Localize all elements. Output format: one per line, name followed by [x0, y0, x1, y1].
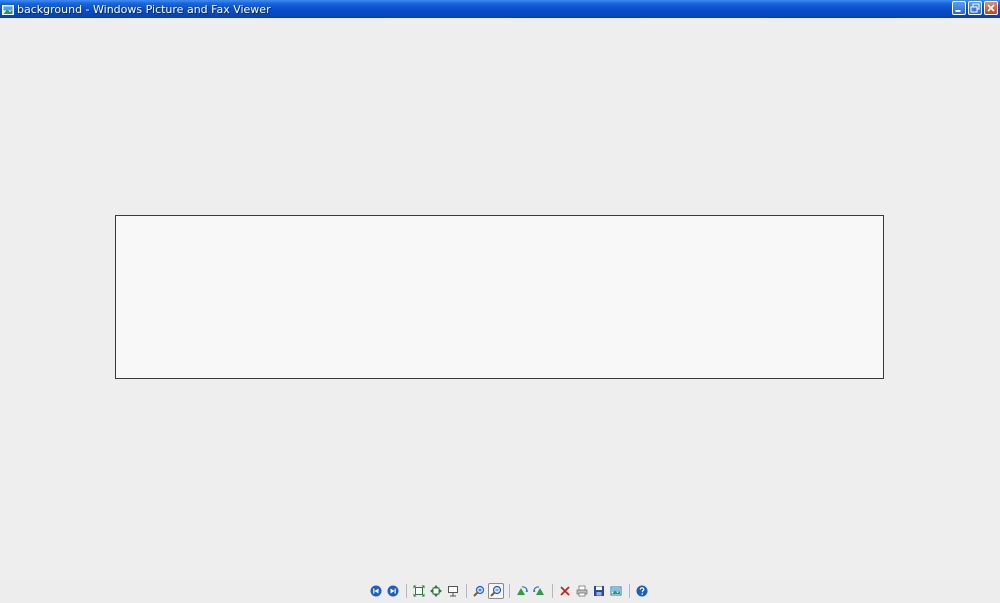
previous-image-button[interactable] — [368, 583, 384, 599]
toolbar-separator — [629, 583, 630, 598]
picture-viewer-app-icon[interactable] — [2, 3, 14, 15]
picture-viewer-window: background - Windows Picture and Fax Vie… — [0, 0, 1000, 603]
slide-show-icon — [448, 585, 458, 596]
toolbar-separator — [509, 583, 510, 598]
restore-button[interactable] — [968, 1, 982, 15]
window-title: background - Windows Picture and Fax Vie… — [17, 2, 271, 16]
zoom-in-button[interactable] — [471, 583, 487, 599]
actual-size-icon — [430, 584, 442, 597]
toolbar-separator — [406, 583, 407, 598]
rotate-counterclockwise-icon — [533, 585, 544, 595]
minimize-button[interactable] — [952, 1, 966, 15]
rotate-clockwise-button[interactable] — [514, 583, 530, 599]
best-fit-icon — [413, 585, 425, 596]
rotate-counterclockwise-button[interactable] — [531, 583, 547, 599]
copy-to-button[interactable] — [591, 583, 607, 599]
save-icon — [594, 585, 604, 596]
open-for-editing-button[interactable] — [608, 583, 624, 599]
next-icon — [387, 585, 399, 596]
slide-show-button[interactable] — [445, 583, 461, 599]
edit-icon — [610, 586, 622, 595]
delete-button[interactable] — [557, 583, 573, 599]
help-icon — [636, 585, 648, 596]
zoom-out-button[interactable] — [488, 582, 504, 599]
close-icon — [987, 4, 995, 12]
zoom-in-icon — [473, 585, 485, 597]
displayed-image — [115, 215, 884, 379]
print-icon — [576, 585, 588, 596]
minimize-icon — [955, 10, 961, 12]
image-display-area[interactable] — [0, 18, 1000, 578]
print-button[interactable] — [574, 583, 590, 599]
previous-icon — [370, 585, 382, 596]
next-image-button[interactable] — [385, 583, 401, 599]
best-fit-button[interactable] — [411, 583, 427, 599]
toolbar-separator — [552, 583, 553, 598]
window-controls — [952, 1, 998, 15]
toolbar-separator — [466, 583, 467, 598]
viewer-toolbar — [368, 582, 651, 599]
rotate-clockwise-icon — [517, 585, 528, 595]
actual-size-button[interactable] — [428, 583, 444, 599]
restore-icon — [970, 3, 980, 13]
close-button[interactable] — [984, 1, 998, 15]
delete-icon — [560, 585, 570, 596]
title-bar[interactable]: background - Windows Picture and Fax Vie… — [0, 0, 1000, 18]
zoom-out-icon — [490, 585, 502, 597]
help-button[interactable] — [634, 583, 650, 599]
